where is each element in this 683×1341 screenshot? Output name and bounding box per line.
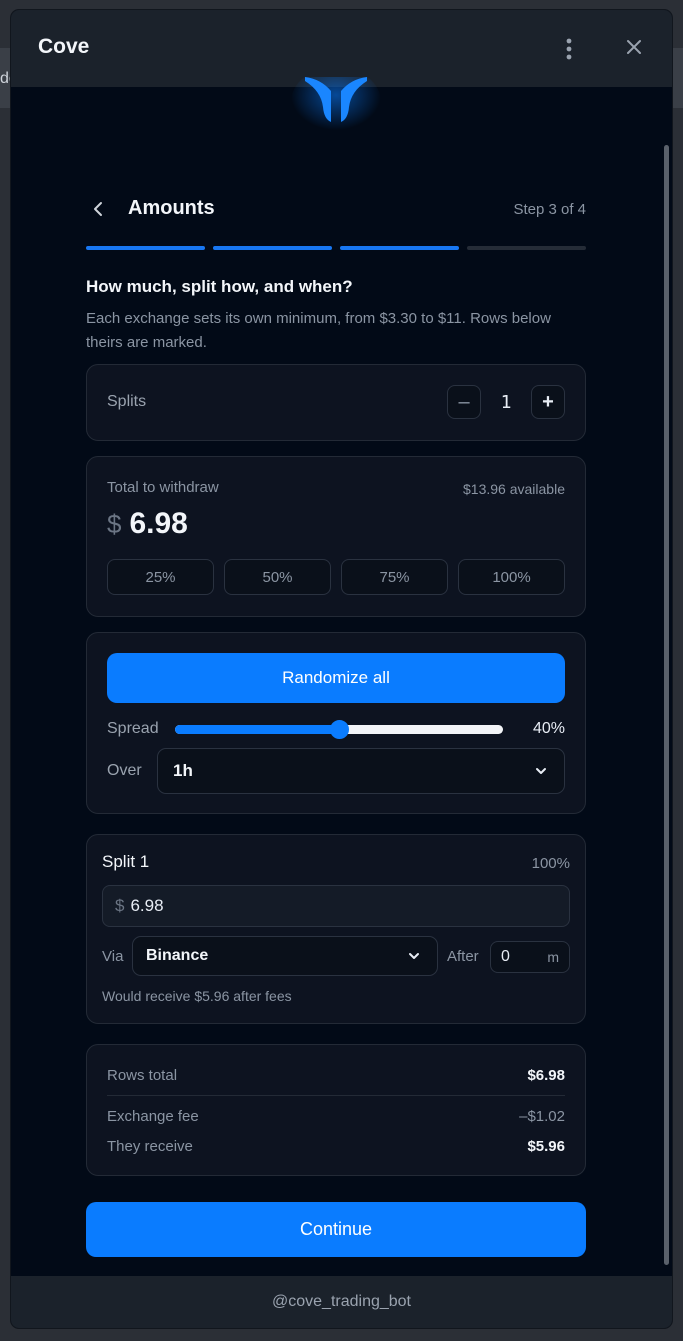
progress-segment-4 bbox=[467, 246, 586, 250]
cove-dialog: Cove Amounts Step 3 of 4 How much, split… bbox=[11, 10, 672, 1328]
total-card: Total to withdraw $13.96 available $ 6.9… bbox=[86, 456, 586, 617]
continue-button[interactable]: Continue bbox=[86, 1202, 586, 1257]
exchange-select[interactable]: Binance bbox=[132, 936, 438, 976]
app-logo-icon bbox=[291, 77, 381, 137]
footer-bot-handle: @cove_trading_bot bbox=[11, 1276, 672, 1328]
percent-75-button[interactable]: 75% bbox=[341, 559, 448, 595]
available-balance: $13.96 available bbox=[463, 481, 565, 497]
summary-card: Rows total $6.98 Exchange fee –$1.02 The… bbox=[86, 1044, 586, 1176]
chevron-down-icon bbox=[536, 768, 546, 774]
spread-slider-fill bbox=[175, 725, 339, 734]
delay-minutes-input[interactable]: 0 m bbox=[490, 941, 570, 973]
scrollbar-thumb[interactable] bbox=[664, 145, 669, 1265]
exchange-fee-label: Exchange fee bbox=[107, 1108, 199, 1125]
total-amount-input[interactable]: $ 6.98 bbox=[107, 507, 188, 541]
after-label: After bbox=[447, 948, 479, 965]
spread-value: 40% bbox=[532, 720, 565, 737]
exchange-fee-value: –$1.02 bbox=[519, 1108, 565, 1125]
split-row-card: Split 1 100% $ 6.98 Via Binance After 0 … bbox=[86, 834, 586, 1024]
split-title: Split 1 bbox=[102, 852, 150, 871]
spread-slider[interactable] bbox=[175, 720, 503, 739]
splits-card: Splits – 1 + bbox=[86, 364, 586, 441]
spread-label: Spread bbox=[107, 720, 159, 737]
step-indicator: Step 3 of 4 bbox=[513, 201, 586, 218]
percent-buttons: 25% 50% 75% 100% bbox=[107, 559, 565, 595]
more-options-button[interactable] bbox=[557, 34, 581, 64]
receive-note: Would receive $5.96 after fees bbox=[102, 988, 292, 1004]
summary-divider bbox=[107, 1095, 565, 1096]
randomize-card: Randomize all Spread 40% Over 1h bbox=[86, 632, 586, 814]
currency-symbol: $ bbox=[107, 509, 122, 539]
close-button[interactable] bbox=[620, 32, 648, 62]
rows-total-value: $6.98 bbox=[527, 1067, 565, 1084]
step-progress-bar bbox=[86, 246, 586, 251]
spread-slider-thumb[interactable] bbox=[330, 720, 349, 739]
exchange-fee-row: Exchange fee –$1.02 bbox=[107, 1108, 565, 1125]
splits-label: Splits bbox=[107, 393, 147, 410]
app-title: Cove bbox=[38, 35, 90, 58]
percent-50-button[interactable]: 50% bbox=[224, 559, 331, 595]
section-hint: Each exchange sets its own minimum, from… bbox=[86, 310, 551, 351]
more-vertical-icon bbox=[566, 38, 572, 60]
back-button[interactable] bbox=[86, 196, 110, 222]
progress-segment-2 bbox=[213, 246, 332, 250]
over-duration-value: 1h bbox=[173, 761, 193, 780]
titlebar: Cove bbox=[11, 10, 672, 87]
rows-total-label: Rows total bbox=[107, 1067, 178, 1084]
delay-unit: m bbox=[547, 949, 559, 965]
splits-stepper: – 1 + bbox=[447, 385, 565, 419]
split-amount-input[interactable]: $ 6.98 bbox=[102, 885, 570, 927]
over-label: Over bbox=[107, 762, 142, 779]
percent-100-button[interactable]: 100% bbox=[458, 559, 565, 595]
total-amount: 6.98 bbox=[129, 507, 188, 540]
progress-segment-3 bbox=[340, 246, 459, 250]
close-icon bbox=[627, 40, 641, 54]
split-percent: 100% bbox=[531, 855, 570, 872]
currency-symbol: $ bbox=[115, 896, 125, 915]
page-title: Amounts bbox=[128, 197, 215, 219]
chevron-left-icon bbox=[94, 202, 102, 216]
split-amount-value: 6.98 bbox=[130, 896, 164, 915]
exchange-value: Binance bbox=[146, 947, 209, 964]
randomize-all-button[interactable]: Randomize all bbox=[107, 653, 565, 703]
total-label: Total to withdraw bbox=[107, 479, 219, 496]
they-receive-row: They receive $5.96 bbox=[107, 1138, 565, 1155]
progress-segment-1 bbox=[86, 246, 205, 250]
rows-total-row: Rows total $6.98 bbox=[107, 1067, 565, 1084]
they-receive-label: They receive bbox=[107, 1138, 193, 1155]
via-label: Via bbox=[102, 948, 124, 965]
splits-decrement-button[interactable]: – bbox=[447, 385, 481, 419]
section-question: How much, split how, and when? bbox=[86, 277, 353, 296]
splits-value: 1 bbox=[500, 391, 512, 413]
over-duration-select[interactable]: 1h bbox=[157, 748, 565, 794]
chevron-down-icon bbox=[409, 953, 419, 959]
delay-minutes-value: 0 bbox=[501, 948, 510, 965]
step-header: Amounts Step 3 of 4 bbox=[86, 192, 586, 228]
percent-25-button[interactable]: 25% bbox=[107, 559, 214, 595]
main-content: Amounts Step 3 of 4 How much, split how,… bbox=[11, 77, 661, 1276]
splits-increment-button[interactable]: + bbox=[531, 385, 565, 419]
they-receive-value: $5.96 bbox=[527, 1138, 565, 1155]
